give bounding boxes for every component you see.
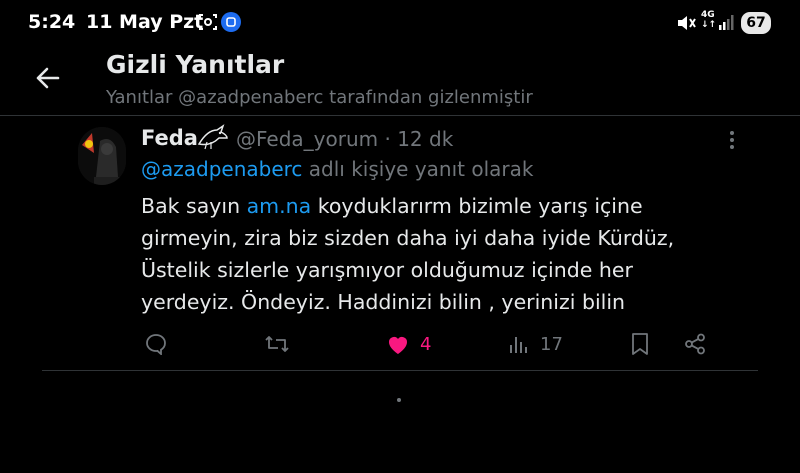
tweet-divider	[42, 370, 758, 371]
page-title: Gizli Yanıtlar	[106, 50, 285, 79]
mute-icon	[676, 14, 696, 36]
avatar[interactable]	[78, 127, 126, 185]
signal-icon	[719, 14, 735, 34]
more-options-icon[interactable]	[721, 128, 743, 152]
reply-icon	[146, 334, 166, 355]
like-count: 4	[420, 333, 432, 355]
views-button[interactable]: 17	[508, 331, 563, 357]
share-button[interactable]	[684, 331, 706, 357]
bookmark-icon	[632, 333, 648, 355]
author-name[interactable]: Feda	[141, 126, 198, 150]
retweet-icon	[265, 336, 289, 352]
network-type-label: 4G ↓↑	[701, 10, 716, 30]
reply-context-suffix: adlı kişiye yanıt olarak	[302, 157, 534, 181]
header-divider	[0, 115, 800, 116]
share-icon	[685, 333, 705, 355]
reply-mention-link[interactable]: @azadpenaberc	[141, 157, 302, 181]
views-chart-icon	[510, 337, 527, 353]
screenshot-icon	[198, 12, 218, 36]
bird-icon	[197, 124, 229, 154]
page-subtitle: Yanıtlar @azadpenaberc tarafından gizlen…	[106, 87, 533, 108]
app-notification-icon	[221, 12, 241, 36]
status-date: 11 May Pzt	[86, 11, 204, 33]
author-handle-time[interactable]: @Feda_yorum · 12 dk	[236, 127, 453, 151]
back-button[interactable]	[30, 60, 66, 96]
network-type: 4G	[701, 10, 715, 20]
retweet-button[interactable]	[264, 331, 290, 357]
data-activity: ↓↑	[701, 20, 717, 30]
tweet-text-start: Bak sayın	[141, 194, 247, 218]
status-time: 5:24	[28, 11, 76, 33]
like-button[interactable]: 4	[386, 331, 431, 357]
reply-button[interactable]	[145, 331, 167, 357]
arrow-left-icon	[36, 67, 60, 89]
heart-icon	[389, 337, 407, 354]
battery-indicator: 67	[741, 12, 771, 34]
tweet-text: Bak sayın am.na koyduklarırm bizimle yar…	[141, 190, 721, 318]
reply-context: @azadpenaberc adlı kişiye yanıt olarak	[141, 157, 533, 181]
views-count: 17	[540, 333, 563, 355]
tweet-link[interactable]: am.na	[247, 194, 312, 218]
bookmark-button[interactable]	[629, 331, 651, 357]
status-bar: 5:24 11 May Pzt 4G ↓↑ 67	[0, 0, 800, 48]
loading-indicator	[397, 398, 401, 402]
